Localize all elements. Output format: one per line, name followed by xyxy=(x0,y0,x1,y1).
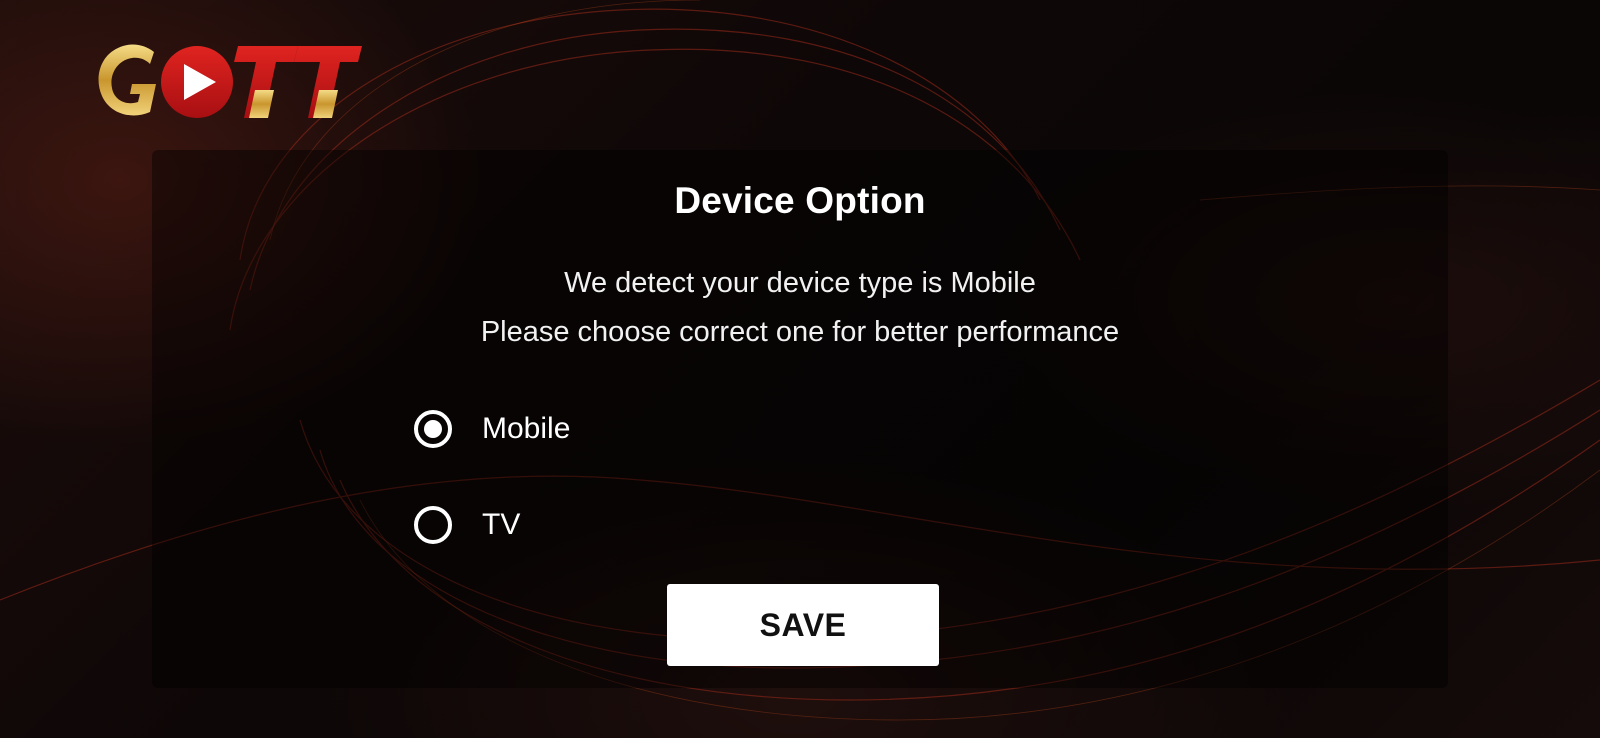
radio-selected-dot xyxy=(424,420,442,438)
radio-mobile[interactable] xyxy=(414,410,452,448)
option-mobile-label: Mobile xyxy=(482,412,571,445)
option-tv-label: TV xyxy=(482,508,521,541)
option-mobile[interactable]: Mobile xyxy=(414,408,570,450)
choose-message: Please choose correct one for better per… xyxy=(480,316,1120,348)
radio-tv[interactable] xyxy=(414,506,452,544)
dialog-title: Device Option xyxy=(674,180,926,221)
save-button[interactable]: SAVE xyxy=(667,584,939,666)
detect-message: We detect your device type is Mobile xyxy=(564,267,1036,299)
option-tv[interactable]: TV xyxy=(414,504,520,546)
device-option-screen: Device Option We detect your device type… xyxy=(0,0,1600,738)
gott-logo xyxy=(98,44,362,118)
